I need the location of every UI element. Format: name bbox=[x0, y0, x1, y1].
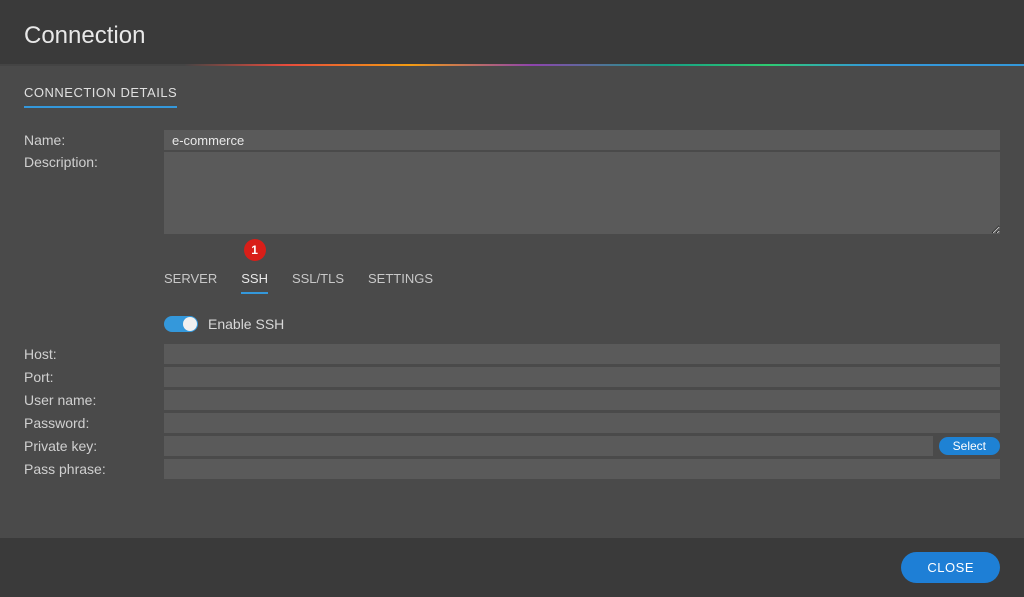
input-private-key[interactable] bbox=[164, 436, 933, 456]
section-title: CONNECTION DETAILS bbox=[24, 85, 177, 108]
row-password: Password: bbox=[24, 413, 1000, 433]
label-name: Name: bbox=[24, 130, 164, 150]
input-description[interactable] bbox=[164, 152, 1000, 234]
tab-bar: SERVER SSH 1 SSL/TLS SETTINGS bbox=[164, 271, 1000, 294]
dialog-header: Connection bbox=[0, 0, 1024, 64]
dialog-content: CONNECTION DETAILS Name: Description: SE… bbox=[0, 66, 1024, 544]
dialog-footer: CLOSE bbox=[0, 538, 1024, 597]
row-name: Name: bbox=[24, 130, 1000, 150]
label-port: Port: bbox=[24, 367, 164, 387]
tab-settings[interactable]: SETTINGS bbox=[368, 271, 433, 294]
label-description: Description: bbox=[24, 152, 164, 239]
row-port: Port: bbox=[24, 367, 1000, 387]
dialog-title: Connection bbox=[24, 22, 1000, 50]
label-passphrase: Pass phrase: bbox=[24, 459, 164, 479]
row-description: Description: bbox=[24, 152, 1000, 239]
input-password[interactable] bbox=[164, 413, 1000, 433]
input-host[interactable] bbox=[164, 344, 1000, 364]
row-passphrase: Pass phrase: bbox=[24, 459, 1000, 479]
row-user: User name: bbox=[24, 390, 1000, 410]
button-select-private-key[interactable]: Select bbox=[939, 437, 1000, 455]
input-passphrase[interactable] bbox=[164, 459, 1000, 479]
label-private-key: Private key: bbox=[24, 436, 164, 456]
tab-ssh[interactable]: SSH 1 bbox=[241, 271, 268, 294]
label-host: Host: bbox=[24, 344, 164, 364]
input-name[interactable] bbox=[164, 130, 1000, 150]
input-port[interactable] bbox=[164, 367, 1000, 387]
toggle-enable-ssh[interactable] bbox=[164, 316, 198, 332]
label-password: Password: bbox=[24, 413, 164, 433]
label-enable-ssh: Enable SSH bbox=[208, 316, 284, 332]
label-user: User name: bbox=[24, 390, 164, 410]
row-enable-ssh: Enable SSH bbox=[164, 316, 1000, 332]
tab-ssltls[interactable]: SSL/TLS bbox=[292, 271, 344, 294]
input-user[interactable] bbox=[164, 390, 1000, 410]
tab-server[interactable]: SERVER bbox=[164, 271, 217, 294]
tab-ssh-label: SSH bbox=[241, 271, 268, 286]
row-private-key: Private key: Select bbox=[24, 436, 1000, 456]
close-button[interactable]: CLOSE bbox=[901, 552, 1000, 583]
ssh-form: Host: Port: User name: Password: Private… bbox=[24, 344, 1000, 479]
tab-ssh-badge: 1 bbox=[244, 239, 266, 261]
row-host: Host: bbox=[24, 344, 1000, 364]
